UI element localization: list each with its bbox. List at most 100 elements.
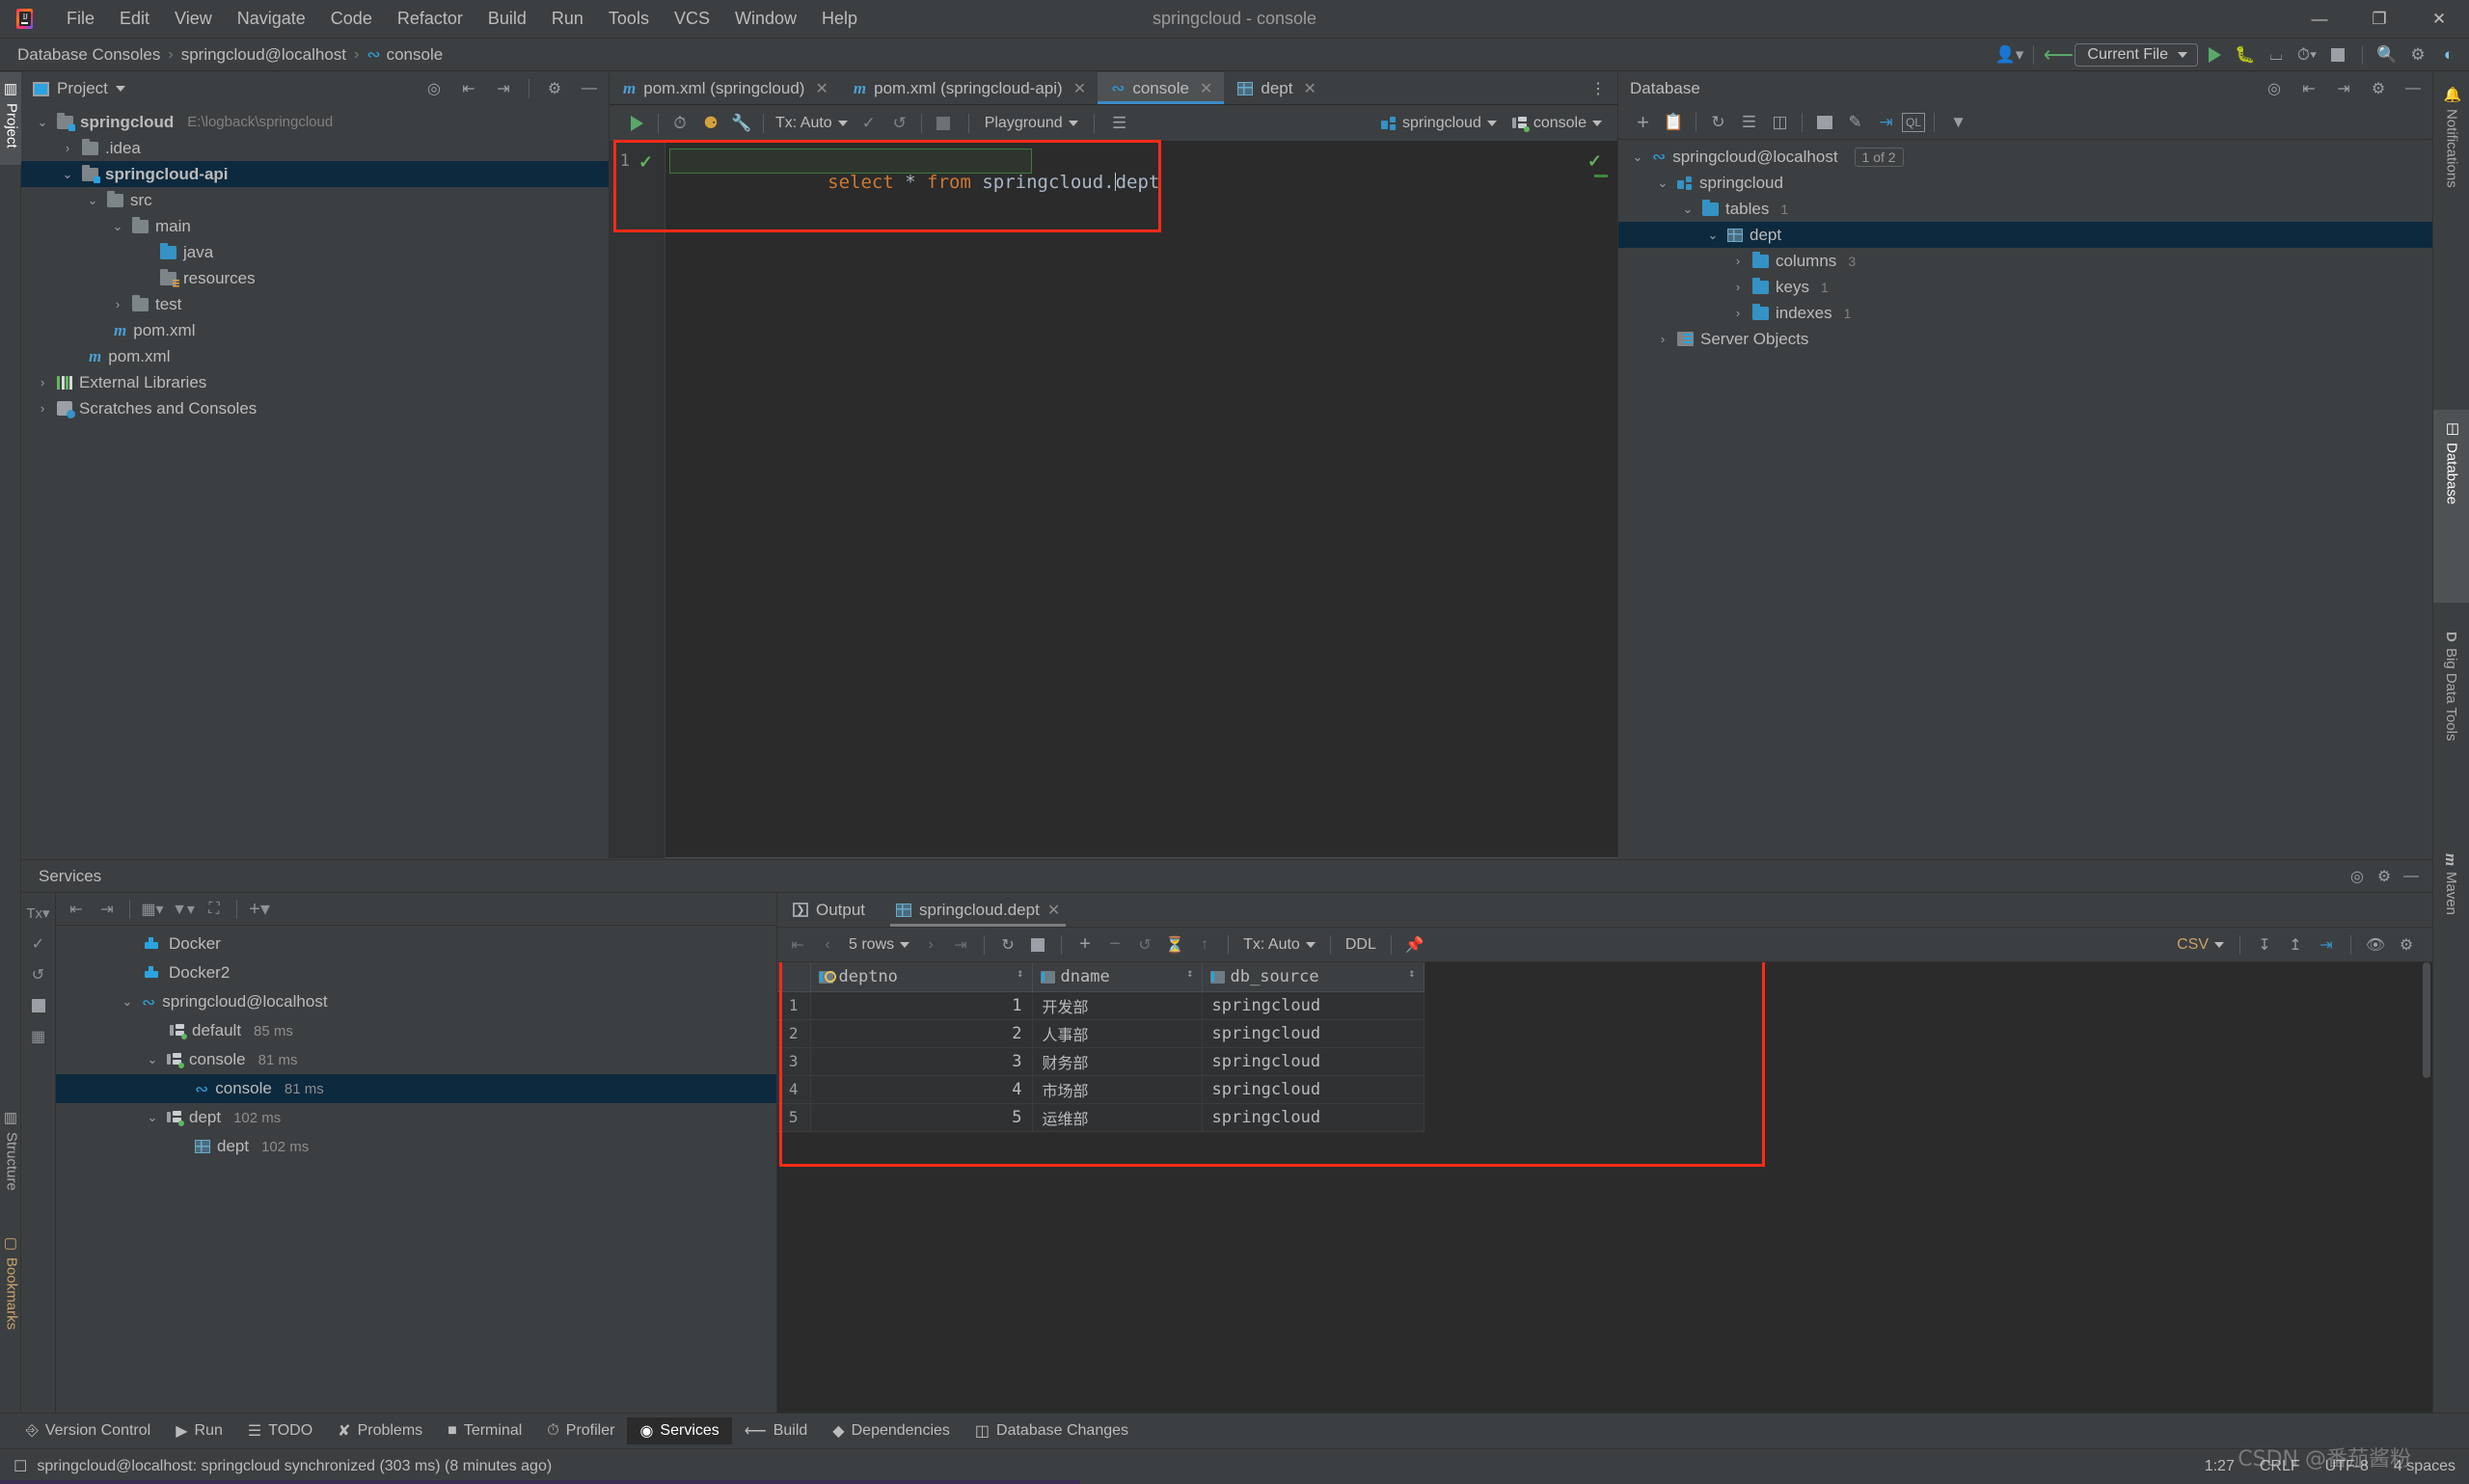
grid-transaction-selector[interactable]: Tx: Auto — [1237, 936, 1321, 954]
collapse-all-icon[interactable]: ⇥ — [2330, 76, 2357, 101]
code-editor[interactable]: 1 ✓ select * from springcloud.dept ✓ — [610, 140, 1617, 858]
chevron-down-icon[interactable]: ⌄ — [85, 193, 100, 208]
rollback-icon[interactable]: ↺ — [884, 109, 915, 138]
chevron-down-icon[interactable]: ⌄ — [145, 1110, 160, 1125]
indent-setting[interactable]: 4 spaces — [2394, 1458, 2455, 1475]
service-item-dept[interactable]: dept 102 ms — [56, 1132, 776, 1161]
commit-icon[interactable]: ✓ — [854, 109, 884, 138]
cell-dname[interactable]: 运维部 — [1031, 1102, 1203, 1132]
menu-edit[interactable]: Edit — [107, 5, 162, 33]
execute-icon[interactable] — [621, 109, 652, 138]
db-tree-item-dept[interactable]: ⌄ dept — [1618, 222, 2432, 248]
sync-settings-icon[interactable]: ☰ — [1734, 109, 1764, 136]
menu-build[interactable]: Build — [475, 5, 539, 33]
tab-console[interactable]: ∾ console ✕ — [1098, 72, 1225, 104]
grid-vertical-scrollbar[interactable] — [2421, 962, 2432, 1413]
group-icon[interactable]: ▦▾ — [138, 895, 167, 924]
profile-icon[interactable]: ⏱▾ — [2293, 41, 2321, 68]
menu-help[interactable]: Help — [809, 5, 870, 33]
jump-to-icon[interactable]: ⇥ — [2312, 931, 2341, 958]
next-page-icon[interactable]: › — [916, 931, 945, 958]
cell-deptno[interactable]: 5 — [809, 1102, 1033, 1132]
tab-springcloud-dept[interactable]: springcloud.dept ✕ — [881, 893, 1075, 927]
tool-window-build[interactable]: ⟵ Build — [732, 1417, 821, 1444]
chevron-down-icon[interactable]: ⌄ — [1705, 228, 1721, 243]
expand-all-icon[interactable]: ⇤ — [455, 76, 482, 101]
tree-item-springcloud[interactable]: ⌄ springcloud E:\logback\springcloud — [21, 109, 609, 135]
cell-dname[interactable]: 财务部 — [1031, 1046, 1203, 1076]
tab-pom-springcloud-api[interactable]: m pom.xml (springcloud-api) ✕ — [840, 72, 1098, 104]
service-item-docker2[interactable]: Docker2 — [56, 958, 776, 987]
import-icon[interactable]: ↥ — [2281, 931, 2310, 958]
run-configuration-selector[interactable]: Current File — [2075, 43, 2198, 67]
cell-deptno[interactable]: 3 — [809, 1046, 1033, 1076]
close-icon[interactable]: ✕ — [815, 79, 828, 98]
db-tree-item-datasource[interactable]: ⌄ ∾ springcloud@localhost 1 of 2 — [1618, 144, 2432, 170]
chevron-right-icon[interactable]: › — [1730, 306, 1746, 320]
chevron-down-icon[interactable]: ⌄ — [110, 219, 125, 234]
service-item-datasource[interactable]: ⌄ ∾ springcloud@localhost — [56, 987, 776, 1016]
cell-deptno[interactable]: 1 — [809, 990, 1033, 1020]
schema-selector[interactable]: Playground — [979, 115, 1084, 132]
tool-window-profiler[interactable]: ⏱ Profiler — [534, 1418, 627, 1444]
table-row[interactable]: 3 3 财务部 springcloud — [777, 1046, 1424, 1076]
expand-all-icon[interactable]: ⇤ — [2295, 76, 2322, 101]
chevron-right-icon[interactable]: › — [35, 375, 50, 390]
tree-item-test[interactable]: › test — [21, 291, 609, 317]
chevron-down-icon[interactable]: ⌄ — [1655, 175, 1670, 191]
gear-icon[interactable]: ⚙ — [2365, 76, 2392, 101]
chevron-right-icon[interactable]: › — [110, 297, 125, 311]
revert-icon[interactable]: ↺ — [1130, 931, 1159, 958]
service-item-console-group[interactable]: ⌄ console 81 ms — [56, 1045, 776, 1074]
sort-icon[interactable]: ↕ — [1408, 967, 1415, 979]
tree-item-resources[interactable]: resources — [21, 265, 609, 291]
cell-db-source[interactable]: springcloud — [1201, 1102, 1424, 1132]
close-icon[interactable]: ✕ — [1200, 79, 1212, 98]
code-line-1[interactable]: select * from springcloud.dept — [665, 150, 1617, 214]
inspection-ok-icon[interactable]: ✓ — [1587, 151, 1602, 172]
settings-gear-icon[interactable]: ⚙ — [2403, 41, 2432, 68]
tab-overflow-menu-icon[interactable]: ⋮ — [1579, 72, 1617, 104]
cell-db-source[interactable]: springcloud — [1201, 1074, 1424, 1104]
file-encoding[interactable]: UTF-8 — [2325, 1458, 2369, 1475]
submit-icon[interactable]: ↑ — [1190, 931, 1219, 958]
tab-dept[interactable]: dept ✕ — [1224, 72, 1328, 104]
close-icon[interactable]: ✕ — [1303, 79, 1316, 98]
chevron-right-icon[interactable]: › — [60, 141, 75, 155]
stop-icon[interactable] — [1023, 931, 1052, 958]
tree-item-main[interactable]: ⌄ main — [21, 213, 609, 239]
chevron-right-icon[interactable]: › — [1730, 280, 1746, 294]
breadcrumb-datasource[interactable]: springcloud@localhost — [177, 43, 350, 67]
db-tools-icon[interactable]: 🔧 — [726, 109, 757, 138]
stop-icon[interactable] — [928, 109, 959, 138]
history-icon[interactable]: ⏱ — [665, 109, 695, 138]
revert-selected-icon[interactable]: ⏳ — [1160, 931, 1189, 958]
service-item-dept-group[interactable]: ⌄ dept 102 ms — [56, 1103, 776, 1132]
explain-plan-icon[interactable]: ⚈ — [695, 109, 726, 138]
table-row[interactable]: 4 4 市场部 springcloud — [777, 1074, 1424, 1104]
restore-icon[interactable]: ❐ — [2349, 0, 2409, 39]
settings-gear-icon[interactable]: ⚙ — [2392, 931, 2421, 958]
tree-item-external-libraries[interactable]: › External Libraries — [21, 369, 609, 395]
tree-item-idea[interactable]: › .idea — [21, 135, 609, 161]
prev-page-icon[interactable]: ‹ — [813, 931, 842, 958]
jump-to-icon[interactable]: ⇥ — [1871, 109, 1901, 136]
expand-all-icon[interactable]: ⇤ — [62, 895, 91, 924]
export-format-selector[interactable]: CSV — [2171, 936, 2230, 954]
copy-icon[interactable]: 📋 — [1659, 109, 1689, 136]
stripe-item-database[interactable]: ◫ Database — [2443, 419, 2461, 504]
datasource-selector[interactable]: springcloud — [1375, 115, 1503, 132]
chevron-down-icon[interactable]: ⌄ — [1630, 149, 1645, 165]
tree-item-src[interactable]: ⌄ src — [21, 187, 609, 213]
vcs-update-icon[interactable]: ⟵ — [2044, 41, 2075, 68]
locate-icon[interactable]: ◎ — [2261, 76, 2288, 101]
stripe-item-project[interactable]: ▤ Project — [3, 80, 20, 148]
stop-icon[interactable] — [2323, 41, 2352, 68]
close-icon[interactable]: ✕ — [2409, 0, 2469, 39]
menu-file[interactable]: File — [54, 5, 107, 33]
search-everywhere-icon[interactable]: 🔍 — [2373, 41, 2401, 68]
tree-item-scratches[interactable]: › Scratches and Consoles — [21, 395, 609, 421]
chevron-down-icon[interactable]: ⌄ — [60, 167, 75, 182]
service-item-default[interactable]: default 85 ms — [56, 1016, 776, 1045]
db-tree-item-schema[interactable]: ⌄ springcloud — [1618, 170, 2432, 196]
